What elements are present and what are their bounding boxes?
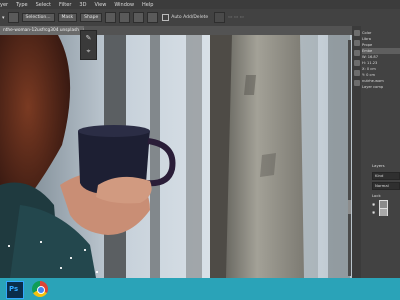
image-canvas[interactable] — [0, 35, 352, 278]
document-tab[interactable]: nthe-woman-12usfrcg304 unsplash × — [0, 26, 84, 35]
eye-icon[interactable]: ◉ — [372, 202, 375, 207]
photoshop-icon[interactable]: Ps — [6, 281, 24, 299]
vertical-scrollbar[interactable] — [348, 40, 351, 276]
photo-woman-with-mug-in-snowy-forest — [0, 35, 352, 278]
properties-panel: Color Libra Prope Embe W: 16.87 H: 11.23… — [362, 30, 400, 90]
pen-tool-icon[interactable]: ✎ — [83, 33, 94, 44]
path-arrangement-icon[interactable] — [133, 12, 145, 23]
panel-icon-strip — [352, 26, 361, 278]
path-alignment-icon[interactable] — [119, 12, 131, 23]
eye-icon[interactable]: ◉ — [372, 210, 375, 215]
kind-filter-select[interactable]: Kind — [372, 172, 400, 180]
layer-thumbnail — [378, 208, 388, 216]
libraries-icon[interactable] — [353, 50, 360, 56]
dropdown-arrow-icon[interactable]: ▾ — [2, 15, 5, 21]
path-operations-icon[interactable] — [105, 12, 117, 23]
lock-label: Lock — [372, 193, 381, 198]
chrome-icon[interactable] — [32, 281, 48, 297]
menu-bar: yer Type Select Filter 3D View Window He… — [0, 0, 400, 9]
adjustments-icon[interactable] — [353, 40, 360, 46]
align-edges-icon — [214, 12, 226, 23]
windows-taskbar: Ps — [0, 278, 400, 300]
layer-row[interactable]: ◉ — [372, 200, 400, 208]
align-edges-label: ▭ ▭ ▭ — [228, 15, 244, 20]
menu-filter[interactable]: Filter — [59, 2, 71, 8]
menu-window[interactable]: Window — [114, 2, 134, 8]
paragraph-icon[interactable] — [353, 70, 360, 76]
layers-panel: Layers Kind Normal Lock ◉ ◉ — [372, 162, 400, 216]
properties-icon[interactable] — [353, 60, 360, 66]
menu-type[interactable]: Type — [16, 2, 27, 8]
options-bar: ▾ Selection... Mask Shape Auto Add/Delet… — [0, 9, 400, 26]
layer-thumbnail — [378, 200, 388, 208]
make-selection-button[interactable]: Selection... — [21, 13, 55, 22]
menu-view[interactable]: View — [94, 2, 106, 8]
layer-row[interactable]: ◉ — [372, 208, 400, 216]
mask-button[interactable]: Mask — [57, 13, 78, 22]
path-mode-button[interactable] — [7, 12, 19, 23]
document-tab-label: nthe-woman-12usfrcg304 unsplash — [3, 28, 80, 33]
direct-selection-icon[interactable]: ⌖ — [83, 46, 94, 57]
history-icon[interactable] — [353, 30, 360, 36]
tool-options-popup: ✎ ⌖ — [80, 30, 97, 60]
layers-tab[interactable]: Layers — [372, 162, 400, 170]
menu-3d[interactable]: 3D — [79, 2, 86, 8]
menu-select[interactable]: Select — [36, 2, 51, 8]
menu-help[interactable]: Help — [142, 2, 153, 8]
blend-mode-select[interactable]: Normal — [372, 182, 400, 190]
auto-add-delete-label: Auto Add/Delete — [171, 15, 209, 20]
layer-comp-select[interactable]: Layer comp — [362, 84, 400, 90]
menu-layer[interactable]: yer — [0, 2, 8, 8]
auto-add-delete-checkbox[interactable] — [162, 14, 170, 21]
shape-button[interactable]: Shape — [80, 13, 103, 22]
scrollbar-thumb[interactable] — [348, 200, 351, 214]
gear-icon[interactable] — [147, 12, 159, 23]
character-icon[interactable] — [353, 80, 360, 86]
